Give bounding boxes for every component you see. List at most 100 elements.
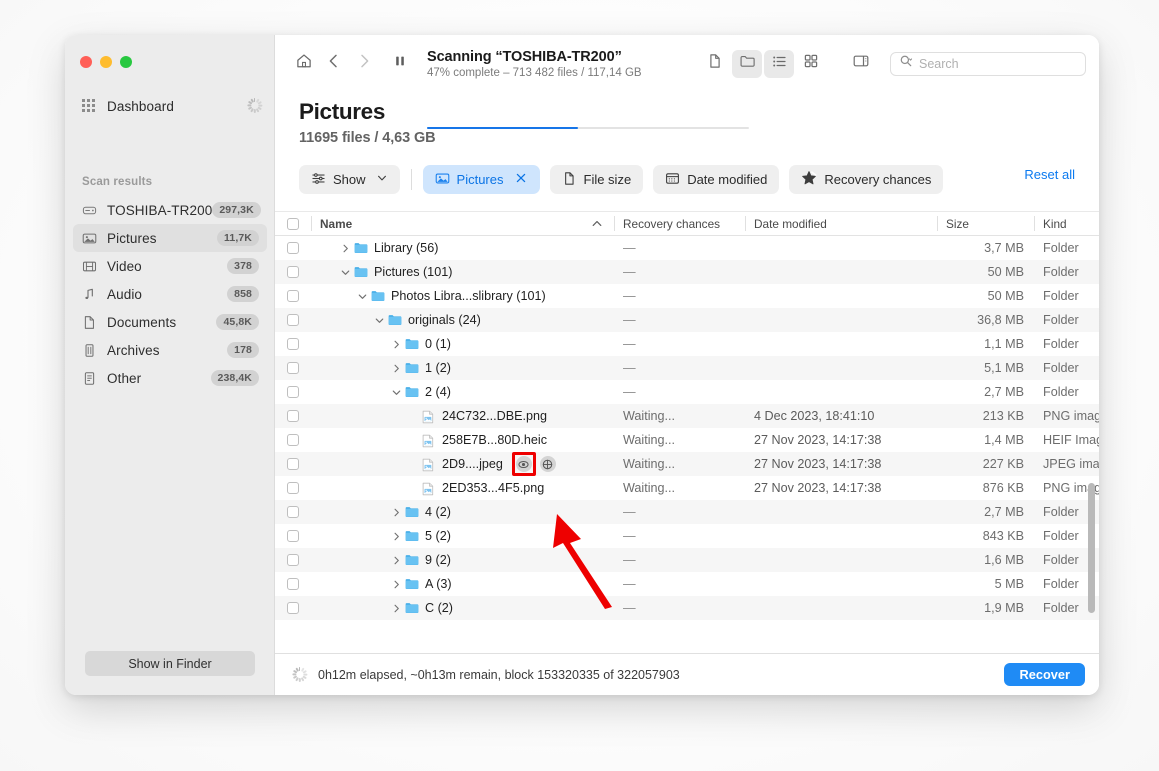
column-header-size[interactable]: Size	[937, 212, 1034, 235]
table-row[interactable]: 2 (4) — 2,7 MB Folder	[275, 380, 1099, 404]
minimize-window-button[interactable]	[100, 56, 112, 68]
table-row[interactable]: 258E7B...80D.heic Waiting... 27 Nov 2023, …	[275, 428, 1099, 452]
row-checkbox[interactable]	[287, 578, 299, 590]
back-button[interactable]	[319, 50, 349, 78]
table-scrollbar[interactable]	[1088, 483, 1095, 613]
row-name-cell[interactable]: 1 (2)	[311, 356, 614, 380]
filter-chip-pictures[interactable]: Pictures	[422, 165, 540, 194]
row-name-cell[interactable]: 2 (4)	[311, 380, 614, 404]
sidebar-item-archives[interactable]: Archives 178	[73, 336, 267, 364]
row-name-cell[interactable]: 2ED353...4F5.png	[311, 476, 614, 500]
table-row[interactable]: 5 (2) —843 KB Folder	[275, 524, 1099, 548]
row-checkbox[interactable]	[287, 386, 299, 398]
table-row[interactable]: 2D9....jpeg Waiting... 27 Nov 2023, 14:17:…	[275, 452, 1099, 476]
row-checkbox[interactable]	[287, 410, 299, 422]
chevron-right-icon[interactable]	[389, 508, 403, 517]
row-name-cell[interactable]: 9 (2)	[311, 548, 614, 572]
row-name-cell[interactable]: Pictures (101)	[311, 260, 614, 284]
sidebar-item-other[interactable]: Other 238,4K	[73, 364, 267, 392]
row-name-cell[interactable]: Library (56)	[311, 236, 614, 260]
chevron-down-icon[interactable]	[355, 292, 369, 301]
row-name-cell[interactable]: 0 (1)	[311, 332, 614, 356]
sidebar-item-pictures[interactable]: Pictures 11,7K	[73, 224, 267, 252]
row-checkbox-cell[interactable]	[275, 260, 311, 284]
sidebar-item-toshiba-tr200[interactable]: TOSHIBA-TR200 297,3K	[73, 196, 267, 224]
row-checkbox-cell[interactable]	[275, 548, 311, 572]
table-row[interactable]: Library (56) — 3,7 MB Folder	[275, 236, 1099, 260]
recover-button[interactable]: Recover	[1004, 663, 1085, 686]
row-checkbox-cell[interactable]	[275, 236, 311, 260]
chevron-right-icon[interactable]	[338, 244, 352, 253]
chevron-right-icon[interactable]	[389, 556, 403, 565]
select-all-header[interactable]	[275, 212, 311, 235]
table-row[interactable]: 4 (2) —2,7 MB Folder	[275, 500, 1099, 524]
column-header-name[interactable]: Name	[311, 212, 614, 235]
table-row[interactable]: originals (24) — 36,8 MB Folder	[275, 308, 1099, 332]
table-row[interactable]: 2ED353...4F5.png Waiting... 27 Nov 2023, 1…	[275, 476, 1099, 500]
column-header-recovery-chances[interactable]: Recovery chances	[614, 212, 745, 235]
forward-button[interactable]	[349, 50, 379, 78]
select-all-checkbox[interactable]	[287, 217, 299, 230]
row-checkbox-cell[interactable]	[275, 428, 311, 452]
row-checkbox-cell[interactable]	[275, 380, 311, 404]
row-checkbox-cell[interactable]	[275, 404, 311, 428]
chevron-right-icon[interactable]	[389, 364, 403, 373]
close-window-button[interactable]	[80, 56, 92, 68]
sidebar-item-documents[interactable]: Documents 45,8K	[73, 308, 267, 336]
table-row[interactable]: Pictures (101) — 50 MB Folder	[275, 260, 1099, 284]
target-icon[interactable]	[539, 456, 556, 472]
row-checkbox[interactable]	[287, 482, 299, 494]
file-view-button[interactable]	[700, 50, 730, 78]
row-checkbox[interactable]	[287, 458, 299, 470]
row-name-cell[interactable]: 4 (2)	[311, 500, 614, 524]
row-name-cell[interactable]: 5 (2)	[311, 524, 614, 548]
pause-scan-button[interactable]	[385, 50, 415, 78]
table-row[interactable]: 1 (2) — 5,1 MB Folder	[275, 356, 1099, 380]
zoom-window-button[interactable]	[120, 56, 132, 68]
table-row[interactable]: 24C732...DBE.png Waiting... 4 Dec 2023, 18…	[275, 404, 1099, 428]
sidebar-item-audio[interactable]: Audio 858	[73, 280, 267, 308]
row-name-cell[interactable]: 2D9....jpeg	[311, 452, 614, 476]
row-checkbox[interactable]	[287, 314, 299, 326]
chevron-right-icon[interactable]	[389, 604, 403, 613]
row-checkbox[interactable]	[287, 506, 299, 518]
column-header-kind[interactable]: Kind	[1034, 212, 1099, 235]
row-name-cell[interactable]: Photos Libra...slibrary (101)	[311, 284, 614, 308]
row-checkbox-cell[interactable]	[275, 476, 311, 500]
show-filter-button[interactable]: Show	[299, 165, 400, 194]
grid-view-button[interactable]	[796, 50, 826, 78]
filter-chip-recovery-chances[interactable]: Recovery chances	[789, 165, 944, 194]
row-checkbox-cell[interactable]	[275, 356, 311, 380]
folder-view-button[interactable]	[732, 49, 762, 78]
row-checkbox[interactable]	[287, 434, 299, 446]
table-row[interactable]: A (3) —5 MB Folder	[275, 572, 1099, 596]
reset-all-button[interactable]: Reset all	[1024, 167, 1075, 182]
table-body[interactable]: Library (56) — 3,7 MB Folder Pictures (101) —…	[275, 236, 1099, 653]
row-name-cell[interactable]: originals (24)	[311, 308, 614, 332]
row-name-cell[interactable]: 24C732...DBE.png	[311, 404, 614, 428]
list-view-button[interactable]	[764, 49, 794, 78]
table-row[interactable]: Photos Libra...slibrary (101) — 50 MB Folde…	[275, 284, 1099, 308]
sidebar-item-dashboard[interactable]: Dashboard	[73, 92, 267, 120]
chevron-right-icon[interactable]	[389, 340, 403, 349]
search-field[interactable]: Search	[890, 51, 1086, 76]
row-name-cell[interactable]: A (3)	[311, 572, 614, 596]
search-input[interactable]: Search	[919, 57, 959, 71]
row-checkbox[interactable]	[287, 338, 299, 350]
row-name-cell[interactable]: 258E7B...80D.heic	[311, 428, 614, 452]
preview-eye-icon[interactable]	[515, 456, 532, 472]
row-checkbox[interactable]	[287, 554, 299, 566]
close-icon[interactable]	[514, 171, 528, 188]
row-checkbox-cell[interactable]	[275, 308, 311, 332]
row-checkbox[interactable]	[287, 290, 299, 302]
row-checkbox-cell[interactable]	[275, 596, 311, 620]
chevron-right-icon[interactable]	[389, 532, 403, 541]
row-checkbox[interactable]	[287, 266, 299, 278]
row-checkbox-cell[interactable]	[275, 332, 311, 356]
table-row[interactable]: 0 (1) — 1,1 MB Folder	[275, 332, 1099, 356]
sidebar-item-video[interactable]: Video 378	[73, 252, 267, 280]
home-button[interactable]	[289, 50, 319, 78]
row-checkbox-cell[interactable]	[275, 572, 311, 596]
filter-chip-file-size[interactable]: File size	[549, 165, 644, 194]
row-checkbox[interactable]	[287, 242, 299, 254]
